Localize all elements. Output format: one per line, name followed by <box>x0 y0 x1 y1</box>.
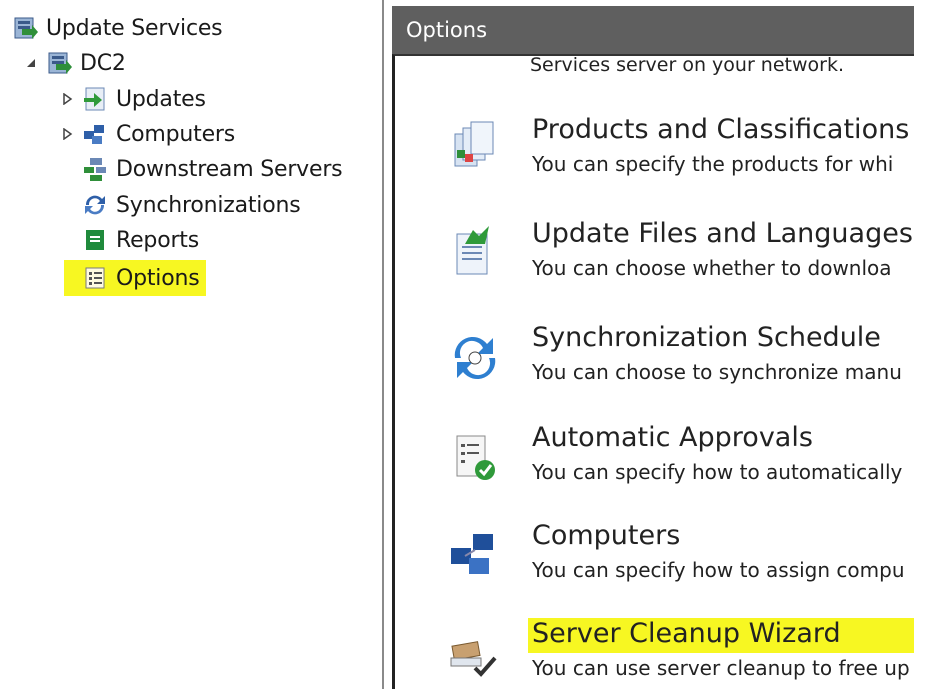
option-description: You can choose whether to downloa <box>532 256 892 280</box>
downstream-servers-icon <box>82 156 108 182</box>
option-description: You can choose to synchronize manu <box>532 360 902 384</box>
expand-arrow-icon[interactable] <box>60 127 74 141</box>
option-title: Automatic Approvals <box>532 422 813 453</box>
tree-item-label: Computers <box>116 121 236 147</box>
tree-root-update-services[interactable]: Update Services <box>12 12 223 44</box>
tree-root-label: Update Services <box>46 15 223 41</box>
wsus-console: Update Services DC2 Updates Computers Do… <box>0 0 938 689</box>
tree-item-downstream-servers[interactable]: Downstream Servers <box>82 153 343 185</box>
option-title: Synchronization Schedule <box>532 322 881 353</box>
computers-option-icon <box>445 526 505 586</box>
option-server-cleanup-wizard[interactable]: Server Cleanup Wizard You can use server… <box>445 618 914 689</box>
options-pane: Options Services server on your network.… <box>392 0 938 689</box>
update-services-icon <box>12 15 38 41</box>
option-description: You can specify the products for whi <box>532 152 894 176</box>
option-title: Products and Classifications <box>532 114 910 145</box>
automatic-approvals-icon <box>445 428 505 488</box>
tree-item-synchronizations[interactable]: Synchronizations <box>82 189 301 221</box>
sync-schedule-icon <box>445 328 505 388</box>
option-title: Computers <box>532 520 681 551</box>
option-title: Server Cleanup Wizard <box>528 618 914 653</box>
option-update-files-languages[interactable]: Update Files and Languages You can choos… <box>445 218 914 298</box>
tree-server-dc2[interactable]: DC2 <box>24 47 126 79</box>
tree-item-updates[interactable]: Updates <box>60 83 206 115</box>
reports-icon <box>82 227 108 253</box>
navigation-tree: Update Services DC2 Updates Computers Do… <box>0 0 384 689</box>
option-description: You can use server cleanup to free up <box>532 656 910 680</box>
option-computers[interactable]: Computers You can specify how to assign … <box>445 520 914 600</box>
option-description: You can specify how to assign compu <box>532 558 905 582</box>
tree-item-label: Synchronizations <box>116 192 301 218</box>
update-files-icon <box>445 224 505 284</box>
tree-item-label: Downstream Servers <box>116 156 343 182</box>
computers-icon <box>82 121 108 147</box>
synchronizations-icon <box>82 192 108 218</box>
option-synchronization-schedule[interactable]: Synchronization Schedule You can choose … <box>445 322 914 402</box>
expand-arrow-icon[interactable] <box>60 92 74 106</box>
options-icon <box>82 265 108 291</box>
tree-server-label: DC2 <box>80 50 126 76</box>
tree-item-options[interactable]: Options <box>64 260 206 296</box>
server-icon <box>46 50 72 76</box>
tree-item-reports[interactable]: Reports <box>82 224 199 256</box>
options-list: Services server on your network. Product… <box>392 54 914 689</box>
option-title: Update Files and Languages <box>532 218 913 249</box>
tree-item-computers[interactable]: Computers <box>60 118 235 150</box>
options-header: Options <box>392 6 914 54</box>
option-automatic-approvals[interactable]: Automatic Approvals You can specify how … <box>445 422 914 502</box>
option-description: You can specify how to automatically <box>532 460 903 484</box>
option-products-classifications[interactable]: Products and Classifications You can spe… <box>445 114 914 194</box>
cleanup-wizard-icon <box>445 624 505 684</box>
tree-item-label: Options <box>116 265 200 291</box>
products-classifications-icon <box>445 120 505 180</box>
tree-item-label: Updates <box>116 86 206 112</box>
highlighted-title: Server Cleanup Wizard <box>528 618 914 653</box>
updates-icon <box>82 86 108 112</box>
collapse-arrow-icon[interactable] <box>24 56 38 70</box>
tree-item-label: Reports <box>116 227 199 253</box>
truncated-description: Services server on your network. <box>530 54 845 76</box>
